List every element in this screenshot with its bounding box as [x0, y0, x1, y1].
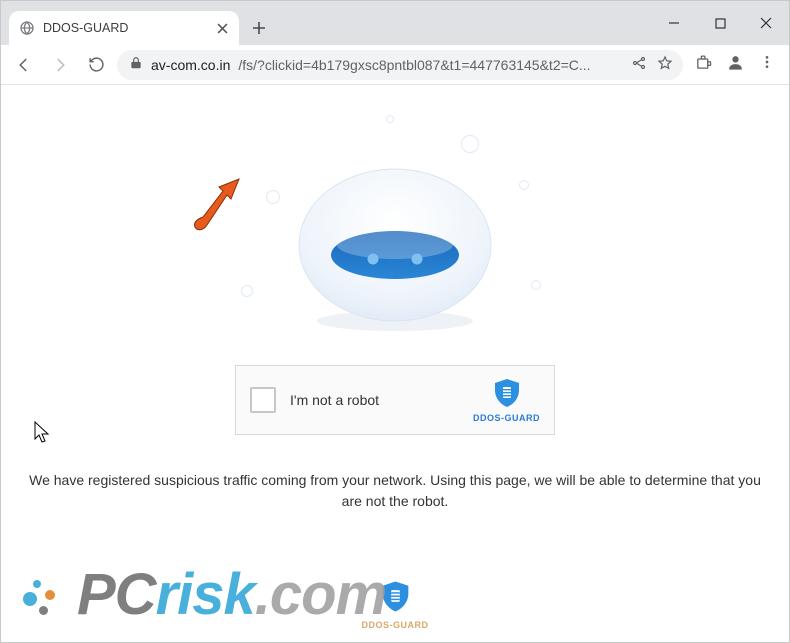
cursor-icon — [33, 420, 51, 449]
minimize-button[interactable] — [651, 6, 697, 40]
menu-icon[interactable] — [759, 54, 775, 75]
bubble-icon — [241, 285, 253, 297]
captcha-label: I'm not a robot — [290, 392, 459, 408]
tab-title: DDOS-GUARD — [43, 21, 207, 35]
tab-strip: DDOS-GUARD — [1, 1, 789, 45]
robot-illustration — [285, 145, 505, 325]
watermark: PCrisk.com — [23, 561, 386, 628]
bubble-icon — [266, 190, 280, 204]
window-controls — [651, 1, 789, 45]
address-bar[interactable]: av-com.co.in/fs/?clickid=4b179gxsc8pntbl… — [117, 50, 683, 80]
captcha-checkbox[interactable] — [250, 387, 276, 413]
close-icon[interactable] — [215, 21, 229, 35]
bubble-icon — [386, 115, 394, 123]
arrow-annotation-icon — [181, 177, 251, 252]
notice-text: We have registered suspicious traffic co… — [1, 470, 789, 512]
url-path: /fs/?clickid=4b179gxsc8pntbl087&t1=44776… — [238, 57, 590, 73]
browser-window: DDOS-GUARD — [0, 0, 790, 643]
bubble-icon — [519, 180, 529, 190]
lock-icon — [129, 56, 143, 73]
maximize-button[interactable] — [697, 6, 743, 40]
page-content: I'm not a robot DDOS-GUARD We have regis… — [1, 85, 789, 642]
watermark-risk: risk — [156, 562, 255, 627]
captcha-box: I'm not a robot DDOS-GUARD — [235, 365, 555, 435]
toolbar-right — [689, 53, 781, 77]
profile-icon[interactable] — [726, 53, 745, 77]
new-tab-button[interactable] — [245, 14, 273, 42]
browser-tab[interactable]: DDOS-GUARD — [9, 11, 239, 45]
forward-button[interactable] — [45, 50, 75, 80]
shield-icon — [493, 378, 521, 411]
reload-button[interactable] — [81, 50, 111, 80]
star-icon[interactable] — [657, 55, 673, 74]
url-domain: av-com.co.in — [151, 57, 230, 73]
watermark-logo-icon — [23, 572, 69, 618]
watermark-pc: PC — [77, 562, 156, 627]
back-button[interactable] — [9, 50, 39, 80]
share-icon[interactable] — [631, 55, 647, 74]
ddos-guard-badge: DDOS-GUARD — [473, 378, 540, 423]
window-close-button[interactable] — [743, 6, 789, 40]
watermark-dom: .com — [255, 562, 386, 627]
toolbar: av-com.co.in/fs/?clickid=4b179gxsc8pntbl… — [1, 45, 789, 85]
bubble-icon — [531, 280, 541, 290]
extensions-icon[interactable] — [695, 54, 712, 76]
globe-icon — [19, 20, 35, 36]
ddos-guard-label: DDOS-GUARD — [473, 413, 540, 423]
